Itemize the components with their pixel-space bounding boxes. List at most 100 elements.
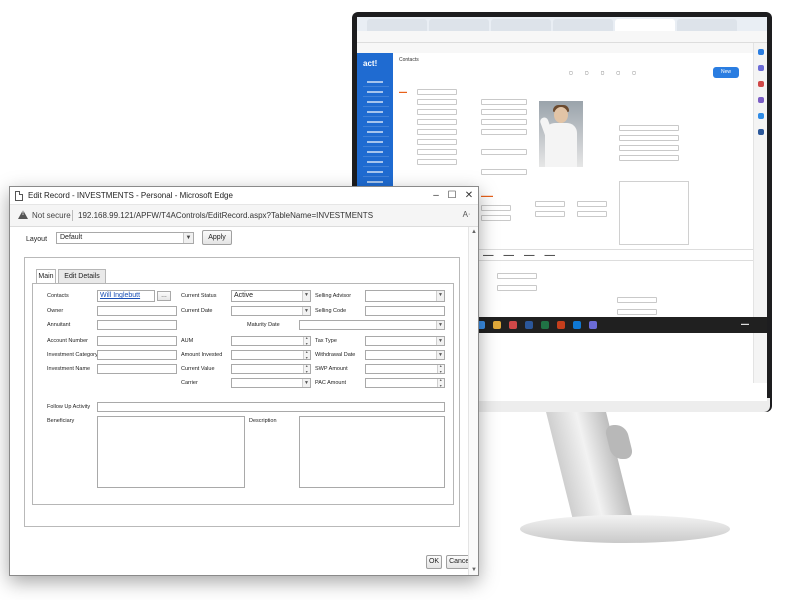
act-nav-item[interactable] [363, 157, 389, 167]
act-field[interactable] [617, 309, 657, 315]
chevron-down-icon[interactable]: ▼ [436, 321, 444, 329]
amount-invested-field[interactable] [231, 350, 311, 360]
act-nav-item[interactable] [363, 117, 389, 127]
act-field[interactable] [481, 99, 527, 105]
maximize-icon[interactable]: ☐ [444, 189, 460, 203]
act-nav-item[interactable] [363, 127, 389, 137]
amount-invested-spinner[interactable] [303, 351, 310, 359]
act-field[interactable] [417, 109, 457, 115]
act-field[interactable] [417, 119, 457, 125]
current-status-select[interactable]: Active ▼ [231, 290, 311, 302]
annuitant-field[interactable] [97, 320, 177, 330]
close-icon[interactable]: ✕ [461, 189, 477, 203]
taskbar-clock[interactable]: ▬▬ [741, 321, 749, 326]
pac-amount-field[interactable] [365, 378, 445, 388]
act-field[interactable] [619, 125, 679, 131]
act-new-button[interactable]: New [713, 67, 739, 78]
scroll-down-icon[interactable]: ▼ [470, 566, 478, 574]
follow-up-activity-field[interactable] [97, 402, 445, 412]
chevron-down-icon[interactable]: ▼ [302, 379, 310, 387]
aum-spinner[interactable] [303, 337, 310, 345]
chevron-down-icon[interactable]: ▼ [436, 337, 444, 345]
withdrawal-date-field[interactable]: ▼ [365, 350, 445, 360]
act-field[interactable] [481, 215, 511, 221]
browser-address-bar[interactable] [357, 31, 767, 43]
layout-select[interactable]: Default ▼ [56, 232, 194, 244]
sidebar-app-icon[interactable] [758, 65, 764, 71]
act-nav-item[interactable] [363, 97, 389, 107]
taskbar-icon[interactable] [573, 321, 581, 329]
act-field[interactable] [577, 211, 607, 217]
ok-button[interactable]: OK [426, 555, 442, 569]
act-field[interactable] [481, 129, 527, 135]
act-detail-tab[interactable]: ▬▬▬ [504, 253, 515, 257]
act-nav-item[interactable] [363, 147, 389, 157]
act-notes-box[interactable] [619, 181, 689, 245]
act-nav-item[interactable] [363, 137, 389, 147]
current-date-field[interactable]: ▼ [231, 306, 311, 316]
swp-amount-field[interactable] [365, 364, 445, 374]
taskbar-icon[interactable] [541, 321, 549, 329]
investment-category-field[interactable] [97, 350, 177, 360]
chevron-down-icon[interactable]: ▼ [436, 291, 444, 301]
act-field[interactable] [497, 285, 537, 291]
current-value-spinner[interactable] [303, 365, 310, 373]
sidebar-app-icon[interactable] [758, 97, 764, 103]
chevron-down-icon[interactable]: ▼ [302, 291, 310, 301]
sidebar-app-icon[interactable] [758, 81, 764, 87]
carrier-select[interactable]: ▼ [231, 378, 311, 388]
act-toolbar-button[interactable]: ▢ [630, 69, 638, 76]
act-field[interactable] [619, 155, 679, 161]
browser-tab[interactable] [491, 19, 551, 31]
taskbar-icon[interactable] [493, 321, 501, 329]
current-value-field[interactable] [231, 364, 311, 374]
act-field[interactable] [497, 273, 537, 279]
sidebar-app-icon[interactable] [758, 49, 764, 55]
act-nav-item[interactable] [363, 167, 389, 177]
sidebar-app-icon[interactable] [758, 113, 764, 119]
browser-tab-active[interactable] [615, 19, 675, 31]
act-field[interactable] [535, 211, 565, 217]
act-toolbar-button[interactable]: ▢ [614, 69, 622, 76]
investment-name-field[interactable] [97, 364, 177, 374]
taskbar-icon[interactable] [509, 321, 517, 329]
pac-amount-spinner[interactable] [437, 379, 444, 387]
act-detail-tab[interactable]: ▬▬▬ [545, 253, 556, 257]
owner-field[interactable] [97, 306, 177, 316]
act-field[interactable] [617, 297, 657, 303]
act-detail-tab[interactable]: ▬▬▬ [524, 253, 535, 257]
sidebar-app-icon[interactable] [758, 129, 764, 135]
chevron-down-icon[interactable]: ▼ [183, 233, 193, 243]
window-title-bar[interactable]: Edit Record - INVESTMENTS - Personal - M… [10, 187, 478, 205]
chevron-down-icon[interactable]: ▼ [302, 307, 310, 315]
selling-advisor-select[interactable]: ▼ [365, 290, 445, 302]
act-field[interactable] [417, 99, 457, 105]
act-field[interactable] [619, 135, 679, 141]
act-nav-item[interactable] [363, 87, 389, 97]
act-field[interactable] [481, 205, 511, 211]
act-field[interactable] [417, 159, 457, 165]
aum-field[interactable] [231, 336, 311, 346]
tax-type-select[interactable]: ▼ [365, 336, 445, 346]
act-detail-tab[interactable]: ▬▬▬ [483, 253, 494, 257]
taskbar-icon[interactable] [589, 321, 597, 329]
act-field[interactable] [481, 149, 527, 155]
act-field[interactable] [417, 89, 457, 95]
act-toolbar-button[interactable]: ▢ [583, 69, 591, 76]
chevron-down-icon[interactable]: ▼ [436, 351, 444, 359]
taskbar-icon[interactable] [557, 321, 565, 329]
act-field[interactable] [417, 149, 457, 155]
act-field[interactable] [535, 201, 565, 207]
tab-edit-details[interactable]: Edit Details [58, 269, 106, 283]
contact-link[interactable]: Will Inglebutt [100, 292, 140, 299]
act-field[interactable] [481, 169, 527, 175]
description-textarea[interactable] [299, 416, 445, 488]
beneficiary-textarea[interactable] [97, 416, 245, 488]
read-aloud-icon[interactable]: Aᐧ [463, 210, 470, 219]
act-field[interactable] [417, 139, 457, 145]
vertical-scrollbar[interactable]: ▲ ▼ [468, 227, 478, 575]
maturity-date-field[interactable]: ▼ [299, 320, 445, 330]
act-field[interactable] [481, 109, 527, 115]
act-field[interactable] [481, 119, 527, 125]
tab-main[interactable]: Main [36, 269, 56, 284]
